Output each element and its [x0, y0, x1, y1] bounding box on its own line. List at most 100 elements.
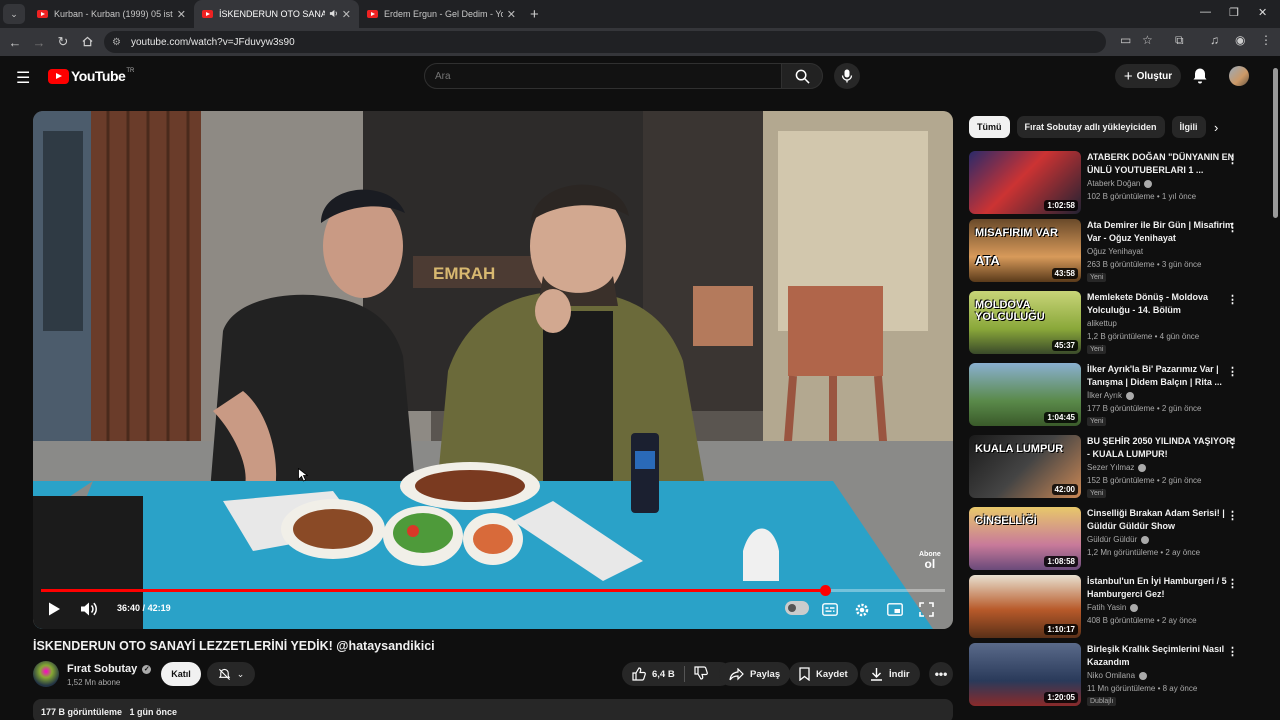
- search-button[interactable]: [781, 63, 823, 89]
- video-player[interactable]: EMRAH Abone ol 36:40 / 42:19: [33, 111, 953, 629]
- video-thumbnail[interactable]: MOLDOVA YOLCULUĞU 45:37: [969, 291, 1081, 354]
- recommendation-title[interactable]: ATABERK DOĞAN "DÜNYANIN EN ÜNLÜ YOUTUBER…: [1087, 151, 1237, 177]
- download-button[interactable]: İndir: [860, 662, 920, 686]
- recommendation-item[interactable]: MOLDOVA YOLCULUĞU 45:37 Memlekete Dönüş …: [969, 291, 1259, 355]
- recommendation-channel[interactable]: İlker Ayrık: [1087, 391, 1134, 400]
- tab-close-icon[interactable]: ✕: [507, 8, 516, 21]
- recommendation-item[interactable]: 1:10:17 İstanbul'un En İyi Hamburgeri / …: [969, 575, 1259, 639]
- chevron-right-icon[interactable]: ›: [1214, 120, 1218, 135]
- settings-button[interactable]: [854, 602, 870, 623]
- search-input[interactable]: [424, 63, 782, 89]
- video-thumbnail[interactable]: 1:02:58: [969, 151, 1081, 214]
- browser-tab[interactable]: Kurban - Kurban (1999) 05 iste ✕: [29, 0, 194, 28]
- subscribed-notifications-button[interactable]: ⌄: [207, 662, 255, 686]
- browser-tab[interactable]: Erdem Ergun - Gel Dedim - You ✕: [359, 0, 524, 28]
- more-vertical-icon[interactable]: ⋮: [1227, 437, 1238, 450]
- recommendation-title[interactable]: Memlekete Dönüş - Moldova Yolculuğu - 14…: [1087, 291, 1237, 317]
- recommendation-title[interactable]: İstanbul'un En İyi Hamburgeri / 5 Hambur…: [1087, 575, 1237, 601]
- tab-close-icon[interactable]: ✕: [342, 8, 351, 21]
- back-icon[interactable]: ←: [3, 35, 27, 50]
- forward-icon[interactable]: →: [27, 35, 51, 50]
- account-avatar[interactable]: [1229, 66, 1249, 86]
- bookmark-star-icon[interactable]: ☆: [1142, 33, 1153, 47]
- extensions-icon[interactable]: ⧉: [1175, 33, 1184, 48]
- like-button[interactable]: 6,4 B: [632, 667, 675, 681]
- restore-icon[interactable]: ❐: [1229, 6, 1239, 19]
- more-vertical-icon[interactable]: ⋮: [1227, 509, 1238, 522]
- video-thumbnail[interactable]: 1:04:45: [969, 363, 1081, 426]
- media-control-icon[interactable]: ♫: [1210, 33, 1219, 47]
- fullscreen-button[interactable]: [919, 602, 934, 622]
- progress-scrubber[interactable]: [819, 585, 831, 596]
- recommendation-item[interactable]: KUALA LUMPUR 42:00 BU ŞEHİR 2050 YILINDA…: [969, 435, 1259, 499]
- more-vertical-icon[interactable]: ⋮: [1227, 645, 1238, 658]
- recommendation-title[interactable]: Ata Demirer ile Bir Gün | Misafirim Var …: [1087, 219, 1237, 245]
- browser-tab-active[interactable]: İSKENDERUN OTO SANAYİ L ✕: [194, 0, 359, 28]
- voice-search-button[interactable]: [834, 63, 860, 89]
- browser-menu-icon[interactable]: ⋮: [1260, 33, 1272, 47]
- save-button[interactable]: Kaydet: [789, 662, 858, 686]
- hamburger-menu-icon[interactable]: ☰: [16, 68, 30, 88]
- video-thumbnail[interactable]: 1:20:05: [969, 643, 1081, 706]
- url-field[interactable]: ⚙ youtube.com/watch?v=JFduvyw3s90: [104, 31, 1106, 53]
- video-thumbnail[interactable]: KUALA LUMPUR 42:00: [969, 435, 1081, 498]
- miniplayer-button[interactable]: [887, 603, 903, 621]
- recommendation-item[interactable]: 1:02:58 ATABERK DOĞAN "DÜNYANIN EN ÜNLÜ …: [969, 151, 1259, 215]
- video-thumbnail[interactable]: CİNSELLİĞİ 1:08:58: [969, 507, 1081, 570]
- chip-all[interactable]: Tümü: [969, 116, 1010, 138]
- subtitles-button[interactable]: [822, 603, 838, 621]
- recommendation-item[interactable]: 1:04:45 İlker Ayrık'la Bi' Pazarımız Var…: [969, 363, 1259, 427]
- more-vertical-icon[interactable]: ⋮: [1227, 365, 1238, 378]
- youtube-logo[interactable]: YouTube TR: [48, 68, 134, 84]
- more-vertical-icon[interactable]: ⋮: [1227, 221, 1238, 234]
- home-icon[interactable]: [75, 35, 99, 50]
- chip-from-uploader[interactable]: Fırat Sobutay adlı yükleyiciden: [1016, 116, 1165, 138]
- recommendation-channel[interactable]: Fatih Yasin: [1087, 603, 1139, 612]
- channel-avatar[interactable]: [33, 661, 59, 687]
- recommendation-title[interactable]: Birleşik Krallık Seçimlerini Nasıl Kazan…: [1087, 643, 1237, 669]
- recommendation-channel[interactable]: alikettup: [1087, 319, 1117, 328]
- recommendation-item[interactable]: MISAFIRIM VAR ATA 43:58 Ata Demirer ile B…: [969, 219, 1259, 283]
- autoplay-toggle[interactable]: [785, 601, 809, 615]
- dislike-button[interactable]: [694, 665, 708, 683]
- create-button[interactable]: + Oluştur: [1115, 64, 1181, 88]
- recommendation-item[interactable]: CİNSELLİĞİ 1:08:58 Cinselliği Bırakan Ad…: [969, 507, 1259, 571]
- recommendation-item[interactable]: 1:20:05 Birleşik Krallık Seçimlerini Nas…: [969, 643, 1259, 707]
- reload-icon[interactable]: ↻: [51, 34, 75, 50]
- recommendation-title[interactable]: İlker Ayrık'la Bi' Pazarımız Var | Tanış…: [1087, 363, 1237, 389]
- recommendation-channel[interactable]: Ataberk Doğan: [1087, 179, 1153, 188]
- more-vertical-icon[interactable]: ⋮: [1227, 293, 1238, 306]
- more-vertical-icon[interactable]: ⋮: [1227, 153, 1238, 166]
- page-scrollbar[interactable]: [1270, 56, 1280, 720]
- new-tab-icon[interactable]: +: [530, 6, 539, 23]
- close-window-icon[interactable]: ✕: [1258, 6, 1267, 19]
- recommendation-channel[interactable]: Niko Omilana: [1087, 671, 1148, 680]
- channel-name-link[interactable]: Fırat Sobutay ✓: [67, 663, 152, 675]
- recommendation-channel[interactable]: Sezer Yılmaz: [1087, 463, 1147, 472]
- volume-button[interactable]: [80, 601, 98, 622]
- video-thumbnail[interactable]: 1:10:17: [969, 575, 1081, 638]
- video-thumbnail[interactable]: MISAFIRIM VAR ATA 43:58: [969, 219, 1081, 282]
- audio-playing-icon[interactable]: [329, 9, 338, 20]
- scrollbar-thumb[interactable]: [1273, 68, 1278, 218]
- tab-search-icon[interactable]: ⌄: [3, 4, 25, 24]
- recommendation-channel[interactable]: Oğuz Yenihayat: [1087, 247, 1143, 256]
- recommendation-title[interactable]: BU ŞEHİR 2050 YILINDA YAŞIYOR! - KUALA L…: [1087, 435, 1237, 461]
- more-actions-button[interactable]: •••: [929, 662, 953, 686]
- recommendation-title[interactable]: Cinselliği Bırakan Adam Serisi! | Güldür…: [1087, 507, 1237, 533]
- description-box[interactable]: 177 B görüntüleme 1 gün önce: [33, 699, 953, 720]
- more-vertical-icon[interactable]: ⋮: [1227, 577, 1238, 590]
- join-button[interactable]: Katıl: [161, 662, 201, 686]
- play-button[interactable]: [47, 601, 61, 622]
- cast-icon[interactable]: ▭: [1120, 33, 1131, 47]
- subscribe-watermark[interactable]: Abone ol: [919, 551, 941, 570]
- minimize-icon[interactable]: —: [1200, 6, 1211, 18]
- share-button[interactable]: Paylaş: [719, 662, 791, 686]
- notifications-bell-icon[interactable]: [1192, 67, 1208, 89]
- progress-bar[interactable]: [41, 585, 945, 596]
- profile-icon[interactable]: ◉: [1235, 33, 1245, 47]
- chip-related[interactable]: İlgili: [1171, 116, 1206, 138]
- recommendation-channel[interactable]: Güldür Güldür: [1087, 535, 1150, 544]
- tab-close-icon[interactable]: ✕: [177, 8, 186, 21]
- site-info-icon[interactable]: ⚙: [112, 37, 121, 48]
